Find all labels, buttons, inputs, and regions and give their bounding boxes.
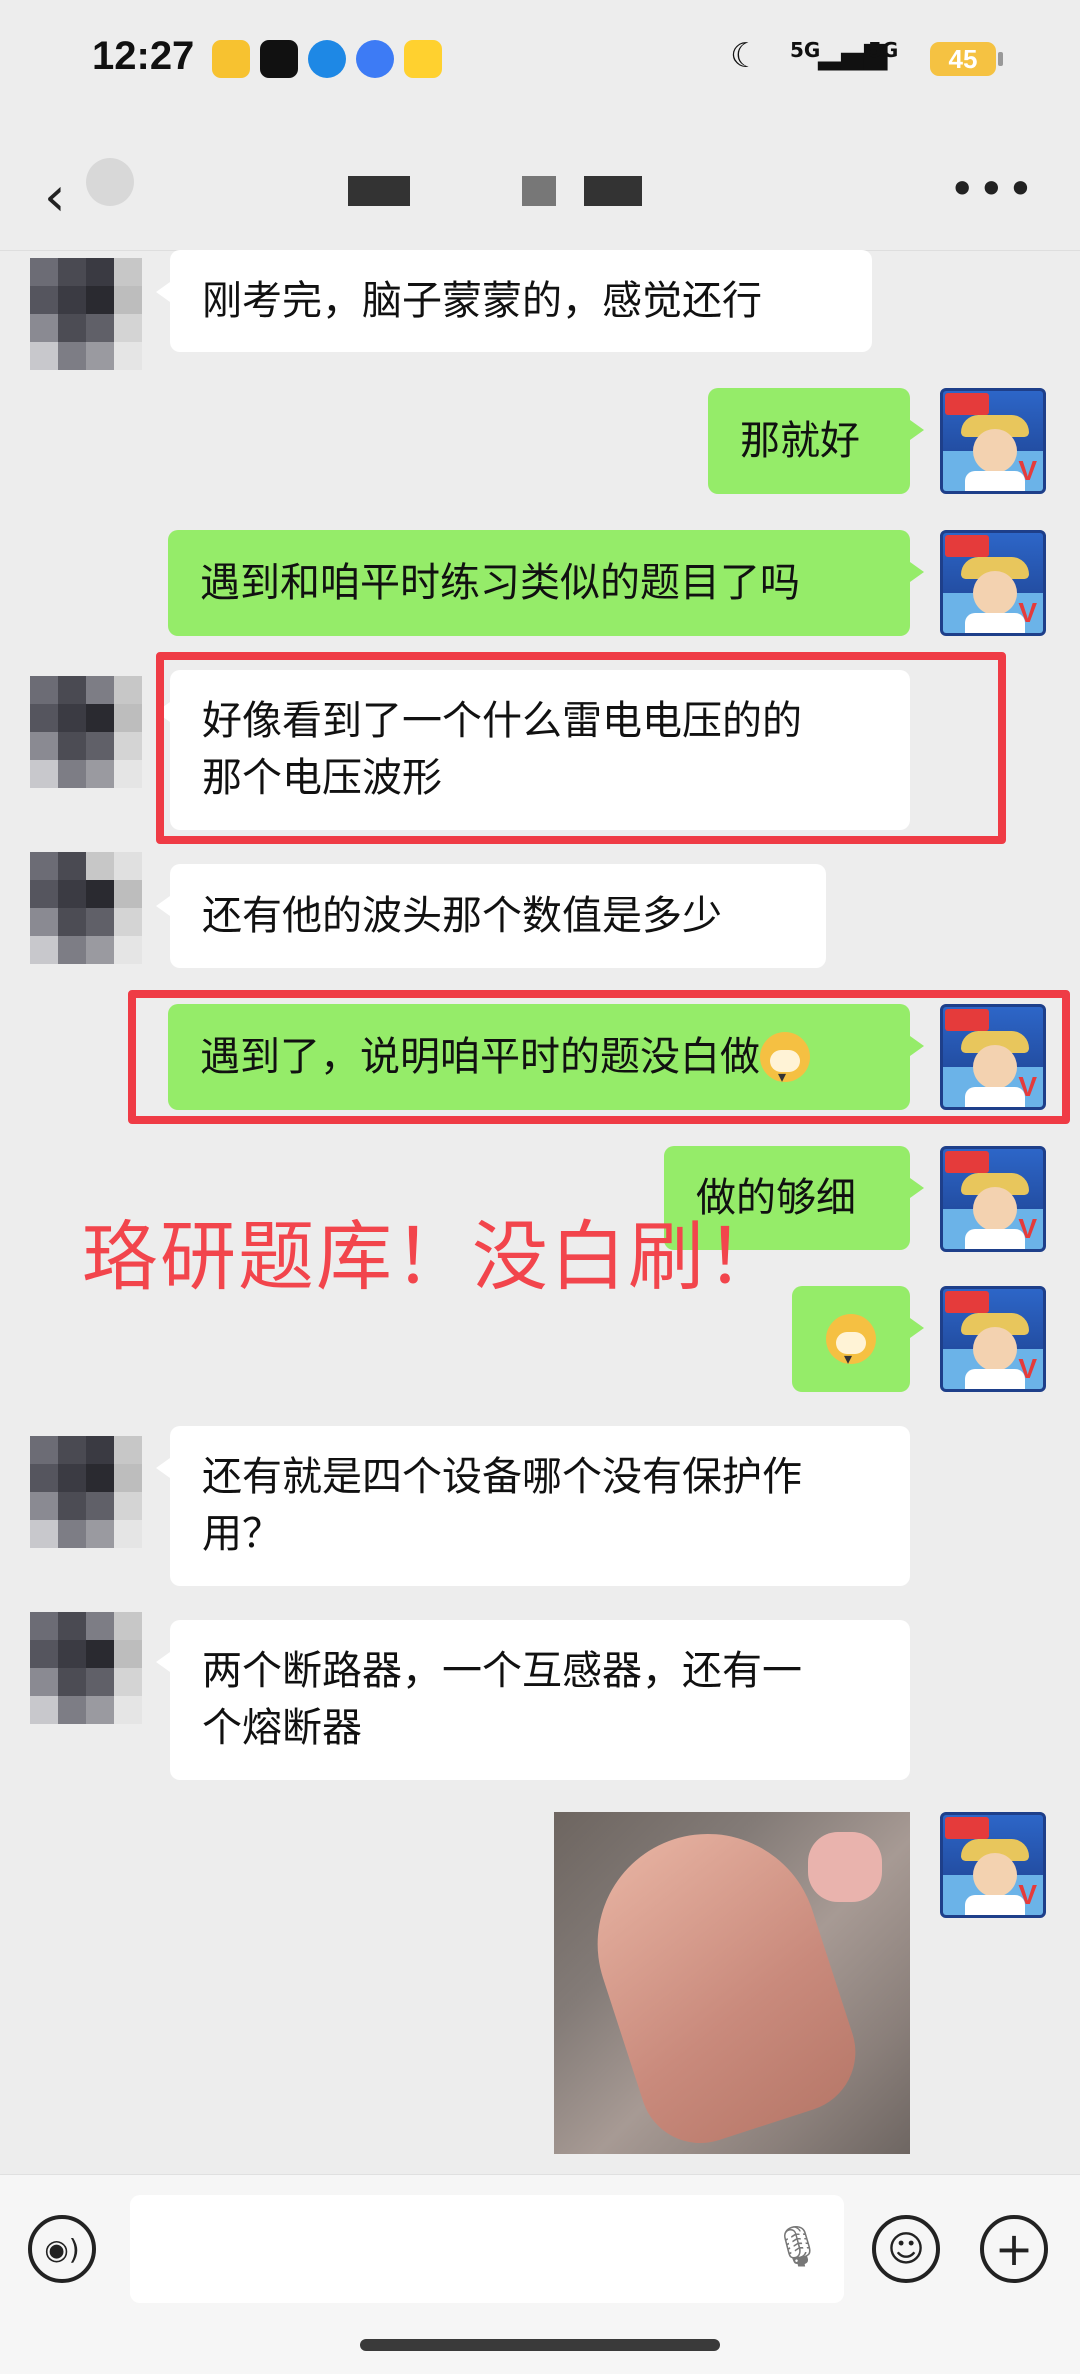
thumbs-up-photo[interactable] [554,1812,910,2154]
signal-icon: 5G [790,38,821,62]
contact-avatar[interactable] [30,1436,142,1548]
home-indicator [360,2339,720,2351]
doge-emoji-icon [826,1314,876,1387]
highlight-box [156,652,1006,844]
overlay-caption: 珞研题库！没白刷！ [82,1212,784,1301]
my-avatar[interactable]: V [940,530,1046,636]
message-input[interactable] [130,2195,844,2303]
plus-icon[interactable]: + [980,2215,1048,2283]
navigation-app-icon [356,40,394,78]
battery-tip [998,52,1003,66]
contact-avatar[interactable] [30,1612,142,1724]
contact-avatar[interactable] [30,258,142,370]
contact-avatar[interactable] [30,676,142,788]
message-bubble[interactable]: 遇到和咱平时练习类似的题目了吗 [168,530,924,636]
my-avatar[interactable]: V [940,1146,1046,1252]
message-bubble[interactable]: 刚考完，脑子蒙蒙的，感觉还行 [156,250,872,352]
message-bubble[interactable]: 两个断路器，一个互感器，还有一 个熔断器 [156,1620,910,1780]
highlight-box [128,990,1070,1124]
unread-count-blurred [86,158,134,206]
moon-icon: ☾ [730,36,761,76]
status-bar: 12:27 ☾ 5G ▂▄▆ 5G ▂▄▆ 45 [0,0,1080,120]
my-avatar[interactable]: V [940,388,1046,494]
my-avatar[interactable]: V [940,1286,1046,1392]
mic-icon[interactable]: 🎙 [772,2223,823,2270]
contact-avatar[interactable] [30,852,142,964]
chat-title-blurred-3 [584,176,642,206]
more-options-icon[interactable]: ••• [949,162,1036,216]
back-chevron-icon[interactable]: ‹ [44,170,66,224]
my-avatar[interactable]: V [940,1812,1046,1918]
message-bubble[interactable]: 还有就是四个设备哪个没有保护作 用？ [156,1426,910,1586]
battery-indicator: 45 [930,42,996,76]
emoji-message-bubble[interactable] [792,1286,924,1392]
notification-app-icon [212,40,250,78]
tiktok-icon [260,40,298,78]
thumbnail-nail [808,1832,882,1902]
message-bubble[interactable]: 还有他的波头那个数值是多少 [156,864,826,968]
status-time: 12:27 [92,34,195,78]
chat-input-bar: ◉) 🎙 ☺ + [0,2174,1080,2374]
emoji-icon[interactable]: ☺ [872,2215,940,2283]
voice-icon[interactable]: ◉) [28,2215,96,2283]
chat-title-blurred [348,176,410,206]
store-app-icon [404,40,442,78]
message-bubble[interactable]: 那就好 [708,388,924,494]
chat-title-blurred-2 [522,176,556,206]
browser-icon [308,40,346,78]
